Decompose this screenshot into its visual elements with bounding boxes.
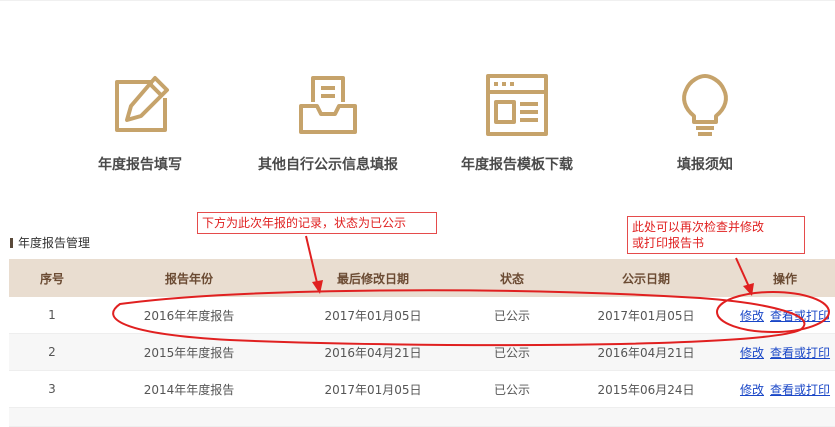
cell-modified: 2017年01月05日 bbox=[283, 297, 463, 334]
inbox-tray-icon bbox=[299, 76, 357, 134]
cell-status: 已公示 bbox=[463, 370, 561, 408]
nav-other-info[interactable]: 其他自行公示信息填报 bbox=[228, 70, 428, 174]
cell-modified: 2016年04月21日 bbox=[283, 333, 463, 371]
cell-year: 2015年年度报告 bbox=[95, 333, 283, 371]
annual-report-table: 序号 报告年份 最后修改日期 状态 公示日期 操作 1 2016年年度报告 20… bbox=[9, 259, 835, 427]
cell-year: 2014年年度报告 bbox=[95, 370, 283, 408]
annotation-actions-note: 此处可以再次检查并修改 或打印报告书 bbox=[627, 216, 805, 254]
table-row: 1 2016年年度报告 2017年01月05日 已公示 2017年01月05日 … bbox=[9, 297, 835, 334]
col-header-published: 公示日期 bbox=[561, 259, 731, 297]
cell-year: 2016年年度报告 bbox=[95, 297, 283, 334]
col-header-year: 报告年份 bbox=[95, 259, 283, 297]
view-print-link[interactable]: 查看或打印 bbox=[770, 383, 830, 397]
cell-published: 2016年04月21日 bbox=[561, 333, 731, 371]
cell-status: 已公示 bbox=[463, 297, 561, 334]
cell-actions: 修改 查看或打印 bbox=[731, 370, 835, 408]
lightbulb-icon bbox=[682, 74, 728, 136]
col-header-actions: 操作 bbox=[731, 259, 835, 297]
nav-template-download[interactable]: 年度报告模板下载 bbox=[417, 70, 617, 174]
annotation-line: 或打印报告书 bbox=[632, 236, 705, 250]
nav-filing-guide[interactable]: 填报须知 bbox=[605, 70, 805, 174]
nav-label: 年度报告模板下载 bbox=[461, 157, 573, 173]
edit-link[interactable]: 修改 bbox=[740, 309, 764, 323]
annotation-record-note: 下方为此次年报的记录，状态为已公示 bbox=[197, 212, 437, 234]
table-row: 3 2014年年度报告 2017年01月05日 已公示 2015年06月24日 … bbox=[9, 370, 835, 408]
feature-nav: 年度报告填写 其他自行公示信息填报 年度报告模板下载 填报须知 bbox=[0, 70, 835, 190]
cell-status: 已公示 bbox=[463, 333, 561, 371]
edit-pencil-icon bbox=[115, 76, 169, 132]
table-row-cut-off bbox=[9, 407, 835, 427]
col-header-no: 序号 bbox=[9, 259, 95, 297]
template-window-icon bbox=[486, 74, 548, 136]
annotation-line: 此处可以再次检查并修改 bbox=[632, 220, 765, 234]
nav-label: 填报须知 bbox=[677, 157, 733, 173]
edit-link[interactable]: 修改 bbox=[740, 383, 764, 397]
view-print-link[interactable]: 查看或打印 bbox=[770, 309, 830, 323]
nav-annual-report-fill[interactable]: 年度报告填写 bbox=[40, 70, 240, 174]
top-divider bbox=[0, 0, 835, 1]
nav-label: 年度报告填写 bbox=[98, 157, 182, 173]
cell-published: 2017年01月05日 bbox=[561, 297, 731, 334]
nav-label: 其他自行公示信息填报 bbox=[258, 157, 398, 173]
section-title: 年度报告管理 bbox=[10, 234, 90, 251]
table-header-row: 序号 报告年份 最后修改日期 状态 公示日期 操作 bbox=[9, 259, 835, 297]
section-title-text: 年度报告管理 bbox=[18, 236, 91, 250]
col-header-modified: 最后修改日期 bbox=[283, 259, 463, 297]
cell-actions: 修改 查看或打印 bbox=[731, 333, 835, 371]
cell-no: 3 bbox=[9, 370, 95, 408]
cell-no: 1 bbox=[9, 297, 95, 334]
view-print-link[interactable]: 查看或打印 bbox=[770, 346, 830, 360]
cell-modified: 2017年01月05日 bbox=[283, 370, 463, 408]
edit-link[interactable]: 修改 bbox=[740, 346, 764, 360]
cell-no: 2 bbox=[9, 333, 95, 371]
table-row: 2 2015年年度报告 2016年04月21日 已公示 2016年04月21日 … bbox=[9, 333, 835, 371]
cell-actions: 修改 查看或打印 bbox=[731, 297, 835, 334]
section-marker bbox=[10, 238, 13, 248]
cell-published: 2015年06月24日 bbox=[561, 370, 731, 408]
col-header-status: 状态 bbox=[463, 259, 561, 297]
